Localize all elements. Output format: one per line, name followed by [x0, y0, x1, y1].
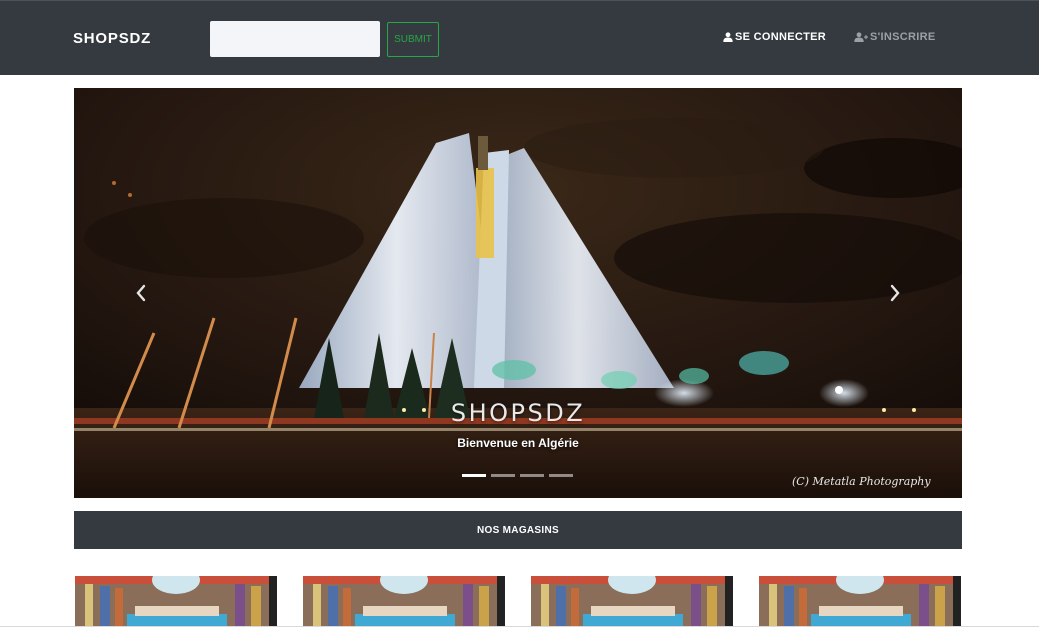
carousel-indicator[interactable] [549, 474, 573, 477]
carousel-indicators [462, 474, 573, 477]
store-card-image [303, 576, 505, 627]
register-link[interactable]: S'INSCRIRE [854, 31, 936, 43]
chevron-right-icon [890, 284, 900, 302]
login-link[interactable]: SE CONNECTER [723, 31, 826, 43]
carousel-indicator[interactable] [462, 474, 486, 477]
chevron-left-icon [136, 284, 146, 302]
carousel-caption-text: Bienvenue en Algérie [457, 436, 579, 450]
store-card[interactable] [303, 576, 505, 627]
photo-watermark: (C) Metatla Photography [792, 475, 931, 488]
store-card[interactable] [75, 576, 277, 627]
carousel-indicator[interactable] [491, 474, 515, 477]
carousel-prev-button[interactable] [126, 278, 156, 308]
carousel-indicator[interactable] [520, 474, 544, 477]
store-card-image [759, 576, 961, 627]
store-card-image [75, 576, 277, 627]
section-header: NOS MAGASINS [74, 511, 962, 549]
carousel-next-button[interactable] [880, 278, 910, 308]
register-label: S'INSCRIRE [870, 31, 936, 43]
hero-carousel: SHOPSDZ Bienvenue en Algérie (C) Metatla… [74, 88, 962, 498]
user-plus-icon [854, 32, 868, 42]
store-card[interactable] [531, 576, 733, 627]
store-card[interactable] [759, 576, 961, 627]
carousel-caption-title: SHOPSDZ [450, 399, 586, 427]
section-title: NOS MAGASINS [477, 524, 559, 536]
brand-logo[interactable]: SHOPSDZ [73, 30, 151, 47]
search-input[interactable] [210, 21, 380, 57]
navbar: SHOPSDZ SUBMIT SE CONNECTER S'INSCRIRE [0, 0, 1039, 75]
store-card-image [531, 576, 733, 627]
user-icon [723, 32, 733, 42]
login-label: SE CONNECTER [735, 31, 826, 43]
submit-button[interactable]: SUBMIT [387, 22, 439, 57]
